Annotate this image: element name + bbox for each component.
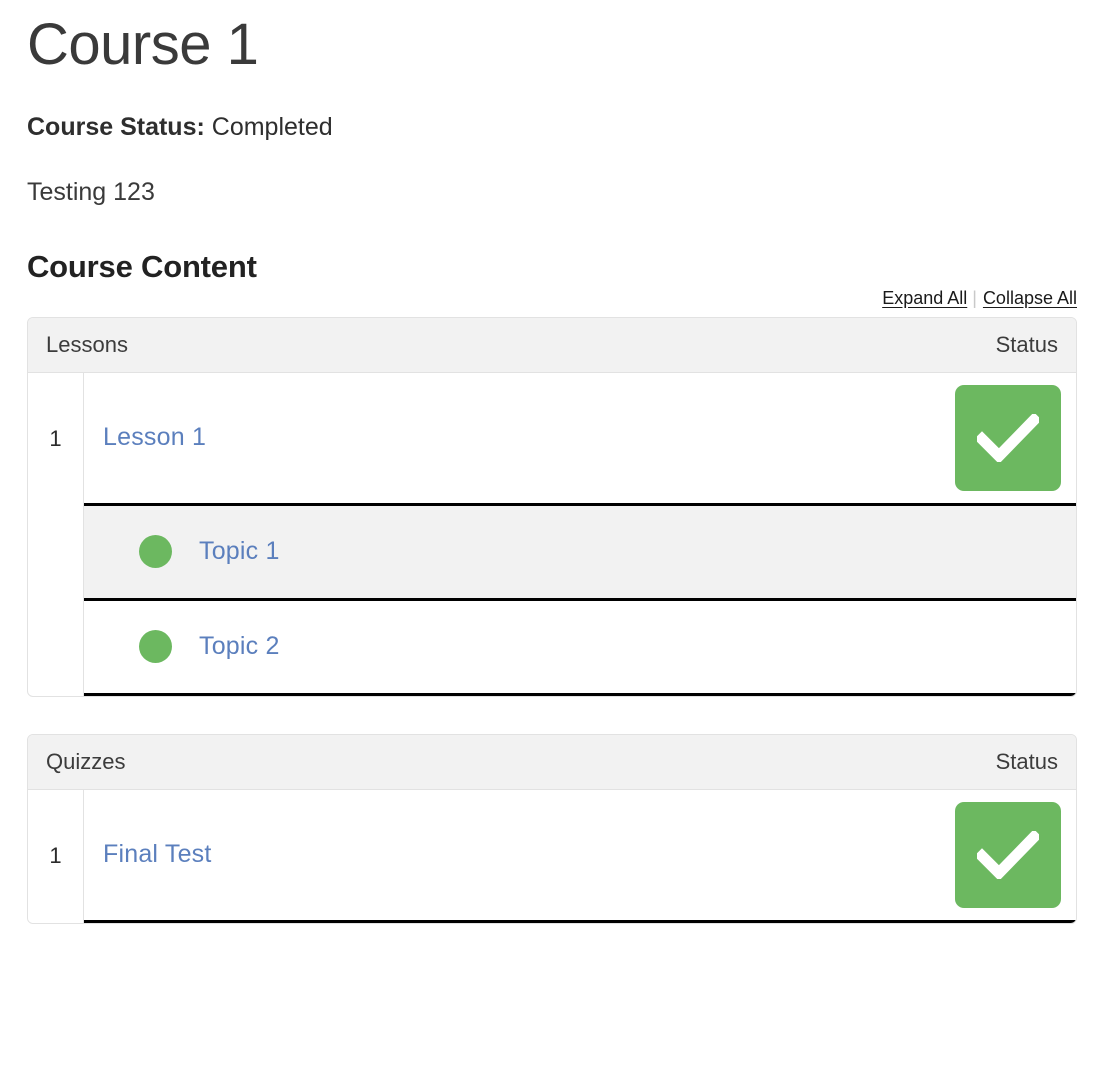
collapse-all-link[interactable]: Collapse All	[983, 288, 1077, 308]
check-complete-icon	[955, 384, 1061, 491]
dot-complete-icon	[139, 630, 172, 664]
lessons-status-column-header: Status	[995, 331, 1058, 357]
lesson-link[interactable]: Lesson 1	[103, 423, 206, 452]
topic-link[interactable]: Topic 1	[199, 537, 280, 566]
dot-complete-icon	[139, 535, 172, 569]
lessons-column-header: Lessons	[46, 331, 128, 357]
topics-number-spacer	[28, 505, 84, 696]
quizzes-table: Quizzes Status 1 Final Test	[27, 733, 1077, 924]
quiz-row-number: 1	[28, 789, 84, 923]
expand-collapse-controls: Expand All | Collapse All	[882, 289, 1077, 307]
lesson-topics-group: Topic 1 Topic 2	[28, 505, 1076, 696]
table-row[interactable]: 1 Final Test	[28, 789, 1076, 923]
course-description: Testing 123	[27, 177, 155, 206]
course-page: Course 1 Course Status: Completed Testin…	[0, 0, 1104, 1074]
course-status-line: Course Status: Completed	[27, 79, 1077, 142]
course-content-heading: Course Content	[27, 248, 257, 284]
table-row[interactable]: 1 Lesson 1	[28, 372, 1076, 506]
lessons-table: Lessons Status 1 Lesson 1 Topic 1 Topic …	[27, 316, 1077, 697]
lesson-status-cell	[955, 384, 1076, 491]
course-status-label: Course Status:	[27, 112, 205, 141]
quizzes-column-header: Quizzes	[46, 748, 126, 774]
course-status-value: Completed	[211, 112, 333, 141]
quiz-link[interactable]: Final Test	[103, 840, 212, 869]
page-title: Course 1	[27, 12, 259, 77]
topic-link[interactable]: Topic 2	[199, 632, 280, 661]
course-content-header: Course Content Expand All | Collapse All	[27, 207, 1077, 307]
lessons-table-header: Lessons Status	[28, 317, 1076, 373]
quizzes-status-column-header: Status	[995, 748, 1058, 774]
check-complete-icon	[955, 801, 1061, 908]
quizzes-table-header: Quizzes Status	[28, 734, 1076, 790]
list-item[interactable]: Topic 2	[84, 601, 1076, 696]
quiz-status-cell	[955, 801, 1076, 908]
expand-all-link[interactable]: Expand All	[882, 288, 967, 308]
control-separator: |	[972, 287, 977, 308]
lesson-row-number: 1	[28, 372, 84, 506]
list-item[interactable]: Topic 1	[84, 505, 1076, 601]
